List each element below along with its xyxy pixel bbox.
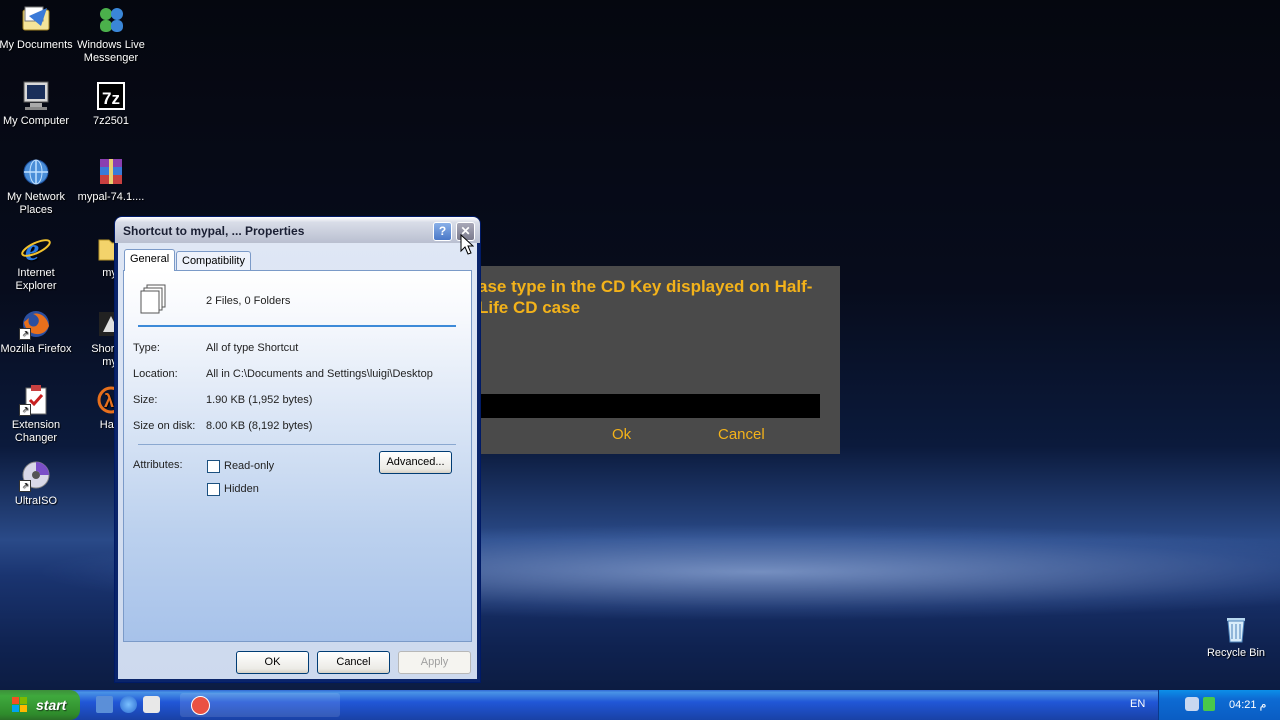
my-computer-icon: [19, 80, 53, 112]
help-button[interactable]: ?: [433, 222, 452, 241]
type-label: Type:: [133, 342, 160, 354]
ultraiso-disc-icon: ↗: [19, 460, 53, 492]
quicklaunch-ie-icon[interactable]: [120, 696, 137, 713]
divider: [138, 325, 456, 327]
game-ok-button[interactable]: Ok: [612, 426, 631, 443]
desktop-icon-recycle-bin[interactable]: Recycle Bin: [1198, 612, 1274, 660]
svg-text:λ: λ: [104, 391, 114, 411]
cd-key-dialog: ase type in the CD Key displayed on Half…: [478, 266, 840, 454]
desktop-icon-windows-live-messenger[interactable]: Windows Live Messenger: [73, 4, 149, 65]
hidden-checkbox[interactable]: [207, 483, 220, 496]
tab-compatibility[interactable]: Compatibility: [176, 251, 251, 270]
size-value: 1.90 KB (1,952 bytes): [206, 394, 313, 406]
mouse-cursor-icon: [460, 233, 475, 261]
location-label: Location:: [133, 368, 178, 380]
size-on-disk-label: Size on disk:: [133, 420, 196, 432]
system-tray: 04:21 م: [1158, 690, 1280, 720]
advanced-button[interactable]: Advanced...: [379, 451, 452, 474]
seven-zip-icon: 7z: [94, 80, 128, 112]
messenger-icon: [94, 4, 128, 36]
running-task-strip[interactable]: [180, 693, 340, 717]
network-tray-icon[interactable]: [1185, 697, 1199, 711]
desktop-icon-my-computer[interactable]: My Computer: [0, 80, 74, 128]
desktop-icon-extension-changer[interactable]: ↗ Extension Changer: [0, 384, 74, 445]
shortcut-arrow-icon: ↗: [19, 328, 31, 340]
quicklaunch-media-icon[interactable]: [143, 696, 160, 713]
game-cancel-button[interactable]: Cancel: [718, 426, 765, 443]
extension-changer-icon: ↗: [19, 384, 53, 416]
cd-key-prompt: ase type in the CD Key displayed on Half…: [478, 277, 813, 317]
properties-dialog: Shortcut to mypal, ... Properties ? ✕ Ge…: [115, 217, 480, 682]
apply-button[interactable]: Apply: [398, 651, 471, 674]
shortcut-arrow-icon: ↗: [19, 480, 31, 492]
volume-tray-icon[interactable]: [1203, 697, 1215, 711]
cancel-button[interactable]: Cancel: [317, 651, 390, 674]
tray-clock[interactable]: 04:21 م: [1229, 698, 1266, 711]
desktop-icon-my-documents[interactable]: My Documents: [0, 4, 74, 52]
start-label: start: [36, 697, 67, 713]
network-places-icon: [19, 156, 53, 188]
size-label: Size:: [133, 394, 158, 406]
desktop-icon-mozilla-firefox[interactable]: ↗ Mozilla Firefox: [0, 308, 74, 356]
divider: [138, 444, 456, 445]
multiple-files-icon: [138, 283, 170, 320]
dialog-body: General Compatibility 2 Files, 0 Folders…: [118, 243, 477, 679]
readonly-checkbox[interactable]: [207, 460, 220, 473]
my-documents-icon: [19, 4, 53, 36]
hidden-label[interactable]: Hidden: [224, 483, 259, 495]
readonly-label[interactable]: Read-only: [224, 460, 274, 472]
shortcut-arrow-icon: ↗: [19, 404, 31, 416]
cd-key-input[interactable]: [480, 394, 820, 418]
type-value: All of type Shortcut: [206, 342, 299, 354]
desktop-icon-ultraiso[interactable]: ↗ UltraISO: [0, 460, 74, 508]
dialog-title-bar[interactable]: Shortcut to mypal, ... Properties ? ✕: [115, 217, 480, 243]
language-indicator[interactable]: EN: [1130, 698, 1145, 710]
svg-text:7z: 7z: [102, 89, 120, 108]
desktop-icon-7z2501[interactable]: 7z 7z2501: [73, 80, 149, 128]
recycle-bin-icon: [1219, 612, 1253, 644]
desktop-icon-internet-explorer[interactable]: e Internet Explorer: [0, 231, 74, 293]
ok-button[interactable]: OK: [236, 651, 309, 674]
tab-general[interactable]: General: [124, 249, 176, 271]
taskbar: start EN 04:21 م: [0, 690, 1280, 720]
firefox-icon: ↗: [19, 308, 53, 340]
quicklaunch-explorer-icon[interactable]: [96, 696, 113, 713]
desktop-icon-mypal-installer[interactable]: mypal-74.1....: [73, 156, 149, 204]
size-on-disk-value: 8.00 KB (8,192 bytes): [206, 420, 313, 432]
windows-logo-icon: [12, 697, 28, 713]
attributes-label: Attributes:: [133, 459, 183, 471]
desktop-icon-my-network-places[interactable]: My Network Places: [0, 156, 74, 217]
dialog-title: Shortcut to mypal, ... Properties: [123, 224, 305, 238]
help-icon: ?: [438, 224, 447, 238]
location-value: All in C:\Documents and Settings\luigi\D…: [206, 368, 433, 380]
general-tab-page: 2 Files, 0 Folders Type: All of type Sho…: [123, 270, 472, 642]
file-count-summary: 2 Files, 0 Folders: [206, 295, 291, 307]
winrar-archive-icon: [94, 156, 128, 188]
internet-explorer-icon: e: [19, 231, 53, 267]
start-button[interactable]: start: [0, 690, 80, 720]
